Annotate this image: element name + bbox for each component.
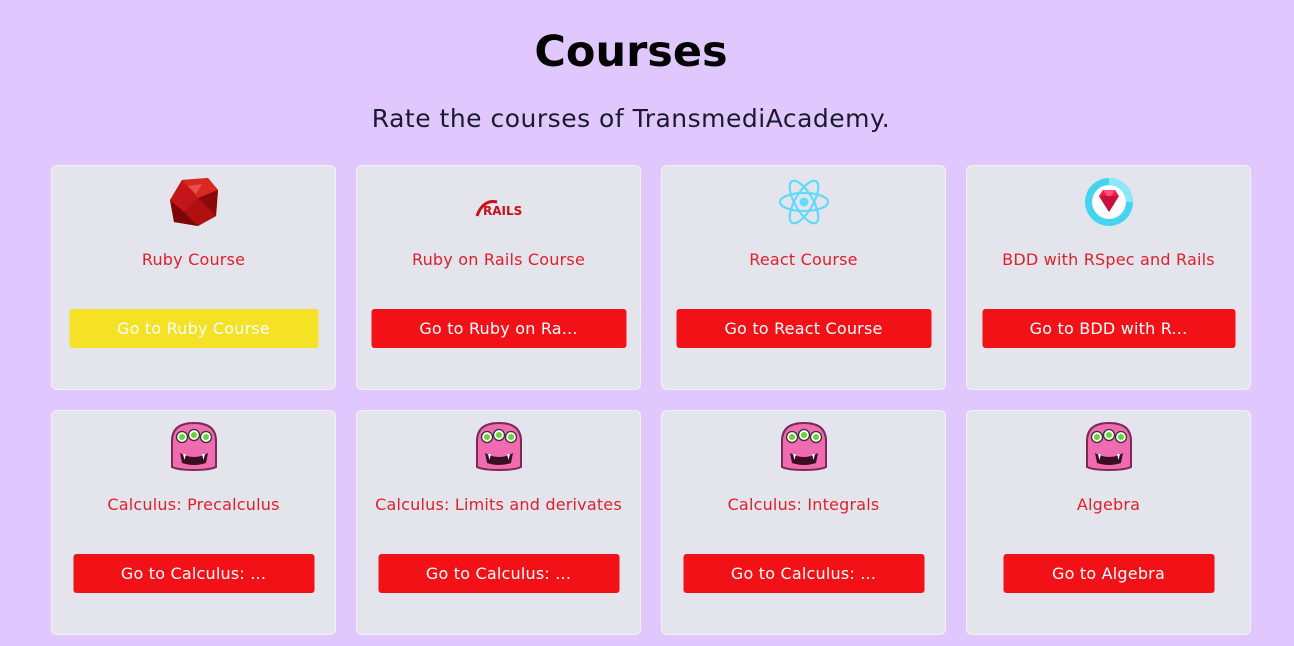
course-card-react: React Course Go to React Course <box>661 165 946 390</box>
rails-logo-text: RAILS <box>483 204 522 218</box>
monster-icon <box>168 421 220 473</box>
course-card-bdd: BDD with RSpec and Rails Go to BDD with … <box>966 165 1251 390</box>
monster-icon <box>778 421 830 473</box>
go-to-course-button[interactable]: Go to Ruby on Ra... <box>371 309 626 348</box>
page-subtitle: Rate the courses of TransmediAcademy. <box>371 104 891 133</box>
course-card-ruby: Ruby Course Go to Ruby Course <box>51 165 336 390</box>
go-to-course-button[interactable]: Go to Calculus: ... <box>73 554 314 593</box>
course-title: Calculus: Limits and derivates <box>375 495 622 514</box>
course-card-limits: Calculus: Limits and derivates Go to Cal… <box>356 410 641 635</box>
go-to-course-button[interactable]: Go to Calculus: ... <box>683 554 924 593</box>
rails-logo-icon: RAILS <box>473 176 525 228</box>
go-to-course-button[interactable]: Go to Calculus: ... <box>378 554 619 593</box>
monster-icon <box>473 421 525 473</box>
course-title: BDD with RSpec and Rails <box>1002 250 1215 269</box>
course-card-algebra: Algebra Go to Algebra <box>966 410 1251 635</box>
course-title: Ruby on Rails Course <box>411 250 585 269</box>
go-to-course-button[interactable]: Go to React Course <box>676 309 931 348</box>
course-title: Ruby Course <box>141 250 246 269</box>
react-atom-icon <box>778 176 830 228</box>
course-title: React Course <box>749 250 858 269</box>
course-card-precalculus: Calculus: Precalculus Go to Calculus: ..… <box>51 410 336 635</box>
course-title: Calculus: Integrals <box>727 495 880 514</box>
go-to-course-button[interactable]: Go to BDD with R... <box>982 309 1235 348</box>
go-to-course-button[interactable]: Go to Ruby Course <box>69 309 318 348</box>
go-to-course-button[interactable]: Go to Algebra <box>1003 554 1214 593</box>
course-title: Algebra <box>1076 495 1141 514</box>
course-card-integrals: Calculus: Integrals Go to Calculus: ... <box>661 410 946 635</box>
ruby-gem-icon <box>168 176 220 228</box>
course-card-rails: RAILS Ruby on Rails Course Go to Ruby on… <box>356 165 641 390</box>
course-title: Calculus: Precalculus <box>107 495 280 514</box>
course-grid: Ruby Course Go to Ruby Course RAILS Ruby… <box>51 165 1251 635</box>
page-title: Courses <box>534 27 728 77</box>
rspec-gem-icon <box>1083 176 1135 228</box>
monster-icon <box>1083 421 1135 473</box>
